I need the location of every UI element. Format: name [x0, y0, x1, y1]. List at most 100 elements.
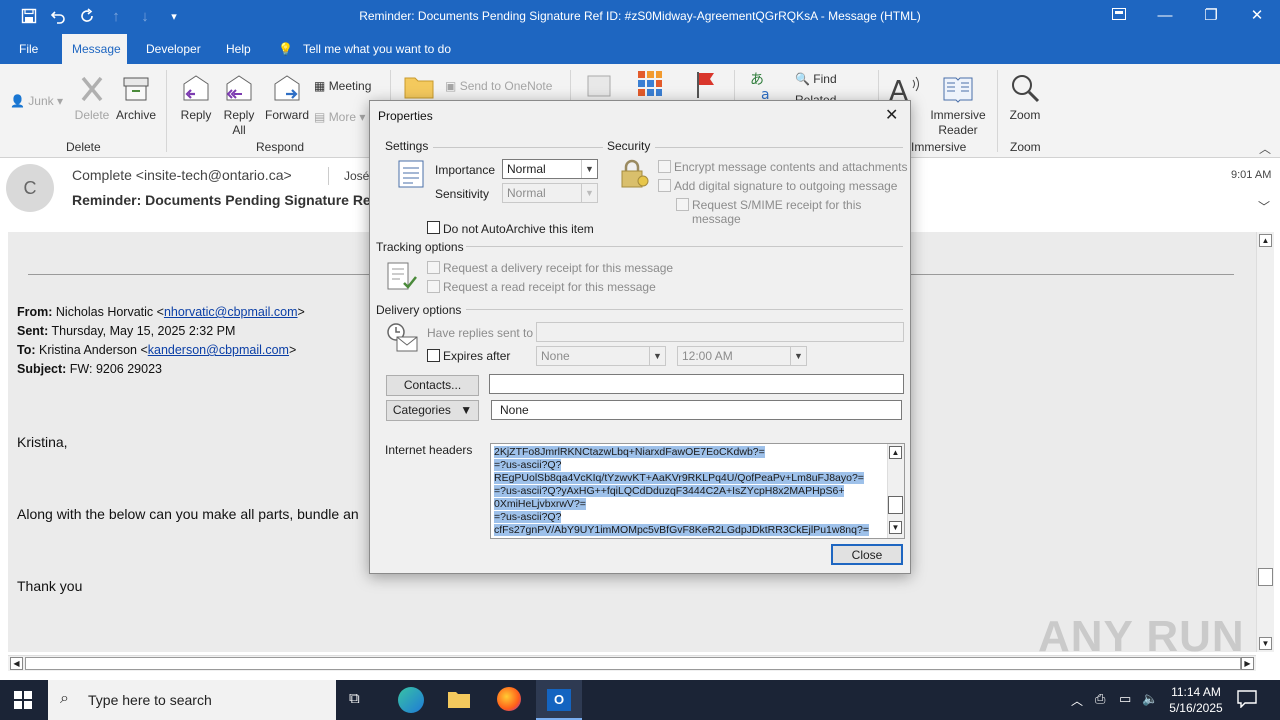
categories-value: None — [491, 400, 902, 420]
minimize-button[interactable]: — — [1150, 5, 1180, 27]
collapse-ribbon-icon[interactable]: ︿ — [1259, 140, 1271, 157]
smime-checkbox[interactable] — [676, 198, 689, 211]
find-icon: 🔍 — [795, 72, 810, 86]
send-to-onenote-button[interactable]: ▣ Send to OneNote — [445, 79, 552, 93]
expires-date-select[interactable]: None ▼ — [536, 346, 666, 366]
meeting-button[interactable]: ▦ Meeting — [314, 79, 371, 93]
windows-start-icon[interactable] — [14, 691, 32, 709]
to-email-link[interactable]: kanderson@cbpmail.com — [148, 343, 289, 357]
delivery-receipt-checkbox[interactable] — [427, 261, 440, 274]
close-button[interactable]: Close — [831, 544, 903, 565]
immersive-reader-icon — [941, 72, 975, 106]
scroll-left-icon[interactable]: ◀ — [10, 657, 23, 670]
calendar-icon: ▦ — [314, 79, 326, 93]
outlook-taskbar-button[interactable]: O — [536, 680, 582, 720]
immersive-reader-button[interactable]: Immersive Reader — [926, 72, 990, 138]
tell-me-search[interactable]: 💡 Tell me what you want to do — [268, 34, 461, 64]
tab-file[interactable]: File — [9, 34, 48, 64]
dialog-title: Properties — [378, 109, 433, 123]
scroll-up-icon[interactable]: ▲ — [889, 446, 902, 459]
scroll-down-icon[interactable]: ▼ — [889, 521, 902, 534]
avatar: C — [6, 164, 54, 212]
expires-time-select[interactable]: 12:00 AM ▼ — [677, 346, 807, 366]
show-hidden-icons[interactable]: ︿ — [1071, 692, 1083, 709]
from-email-link[interactable]: nhorvatic@cbpmail.com — [164, 305, 298, 319]
group-respond-label: Respond — [256, 140, 305, 154]
notifications-icon[interactable] — [1237, 690, 1257, 709]
chevron-down-icon: ▼ — [790, 347, 806, 365]
translate-icon[interactable]: あa — [748, 70, 778, 103]
from-end: > — [297, 305, 305, 319]
file-explorer-icon[interactable] — [447, 689, 471, 709]
ribbon-display-icon[interactable] — [1104, 5, 1134, 27]
sent-label: Sent: — [17, 324, 49, 338]
internet-headers-textarea[interactable]: 2KjZTFo8JmrlRKNCtazwLbq+NiarxdFawOE7EoCK… — [490, 443, 905, 539]
scroll-thumb[interactable] — [888, 496, 903, 514]
sent-value: Thursday, May 15, 2025 2:32 PM — [51, 324, 236, 338]
headers-scrollbar[interactable]: ▲ ▼ — [887, 444, 904, 538]
clock[interactable]: 11:14 AM 5/16/2025 — [1168, 684, 1224, 716]
settings-icon — [397, 159, 425, 189]
junk-button[interactable]: 👤 Junk ▾ — [10, 94, 63, 108]
taskbar-search[interactable]: ⌕ Type here to search — [48, 680, 336, 720]
settings-rule — [433, 147, 603, 148]
follow-up-flag-icon[interactable] — [694, 70, 718, 100]
move-folder-icon[interactable] — [403, 70, 435, 100]
header-line: cfFs27gnPV/AbY9UY1imMOMpc5vBfGvF8KeR2LGd… — [494, 524, 869, 536]
importance-value: Normal — [507, 162, 546, 176]
expand-header-icon[interactable]: ﹀ — [1258, 198, 1270, 215]
find-label: Find — [813, 72, 837, 86]
scroll-thumb[interactable] — [1258, 568, 1273, 586]
assign-policy-icon[interactable] — [584, 70, 614, 100]
contacts-input[interactable] — [489, 374, 904, 394]
ribbon-separator — [997, 70, 998, 152]
forward-button[interactable]: Forward — [262, 72, 312, 123]
replies-sent-to-label: Have replies sent to — [427, 326, 534, 340]
categories-button[interactable]: Categories ▼ — [386, 400, 479, 421]
maximize-button[interactable]: ❐ — [1196, 5, 1226, 27]
zoom-button[interactable]: Zoom — [1004, 72, 1046, 123]
security-title: Security — [607, 139, 651, 153]
autoarchive-checkbox[interactable] — [427, 221, 440, 234]
contacts-button[interactable]: Contacts... — [386, 375, 479, 396]
more-button[interactable]: ▤ More ▾ — [314, 110, 365, 124]
sensitivity-select[interactable]: Normal ▼ — [502, 183, 598, 203]
read-receipt-checkbox[interactable] — [427, 280, 440, 293]
find-button[interactable]: 🔍 Find — [795, 72, 837, 86]
archive-button[interactable]: Archive — [113, 72, 159, 123]
sender[interactable]: Complete <insite-tech@ontario.ca> — [72, 167, 292, 183]
dialog-close-icon[interactable]: ✕ — [885, 105, 898, 125]
window-title: Reminder: Documents Pending Signature Re… — [359, 9, 921, 23]
replies-sent-to-input[interactable] — [536, 322, 904, 342]
lightbulb-icon: 💡 — [278, 42, 293, 56]
delete-button[interactable]: Delete — [72, 72, 112, 123]
expires-checkbox[interactable] — [427, 349, 440, 362]
task-view-icon[interactable]: ⧉ — [349, 690, 371, 710]
expires-date-value: None — [541, 349, 570, 363]
network-icon[interactable]: ▭ — [1119, 691, 1131, 707]
scroll-up-icon[interactable]: ▲ — [1259, 234, 1272, 247]
encrypt-checkbox[interactable] — [658, 160, 671, 173]
importance-select[interactable]: Normal ▼ — [502, 159, 598, 179]
tab-message[interactable]: Message — [62, 34, 127, 64]
apps-icon[interactable] — [637, 70, 663, 98]
sensitivity-value: Normal — [507, 186, 546, 200]
scroll-down-icon[interactable]: ▼ — [1259, 637, 1272, 650]
reply-all-button[interactable]: Reply All — [218, 72, 260, 138]
tab-developer[interactable]: Developer — [136, 34, 211, 64]
vertical-scrollbar[interactable]: ▲ ▼ — [1256, 232, 1274, 652]
reply-button[interactable]: Reply — [175, 72, 217, 123]
security-rule — [655, 147, 903, 148]
volume-icon[interactable]: 🔈 — [1142, 691, 1158, 707]
junk-icon: 👤 — [10, 94, 25, 108]
edge-icon[interactable] — [398, 687, 424, 713]
categories-label: Categories — [392, 403, 451, 417]
reply-all-icon — [222, 72, 256, 106]
firefox-icon[interactable] — [497, 687, 521, 711]
subject-value: FW: 9206 29023 — [69, 362, 162, 376]
tab-help[interactable]: Help — [216, 34, 261, 64]
close-window-button[interactable]: ✕ — [1242, 5, 1272, 27]
device-icon[interactable]: ⎙ — [1095, 691, 1105, 707]
to-value: Kristina Anderson < — [39, 343, 148, 357]
signature-checkbox[interactable] — [658, 179, 671, 192]
